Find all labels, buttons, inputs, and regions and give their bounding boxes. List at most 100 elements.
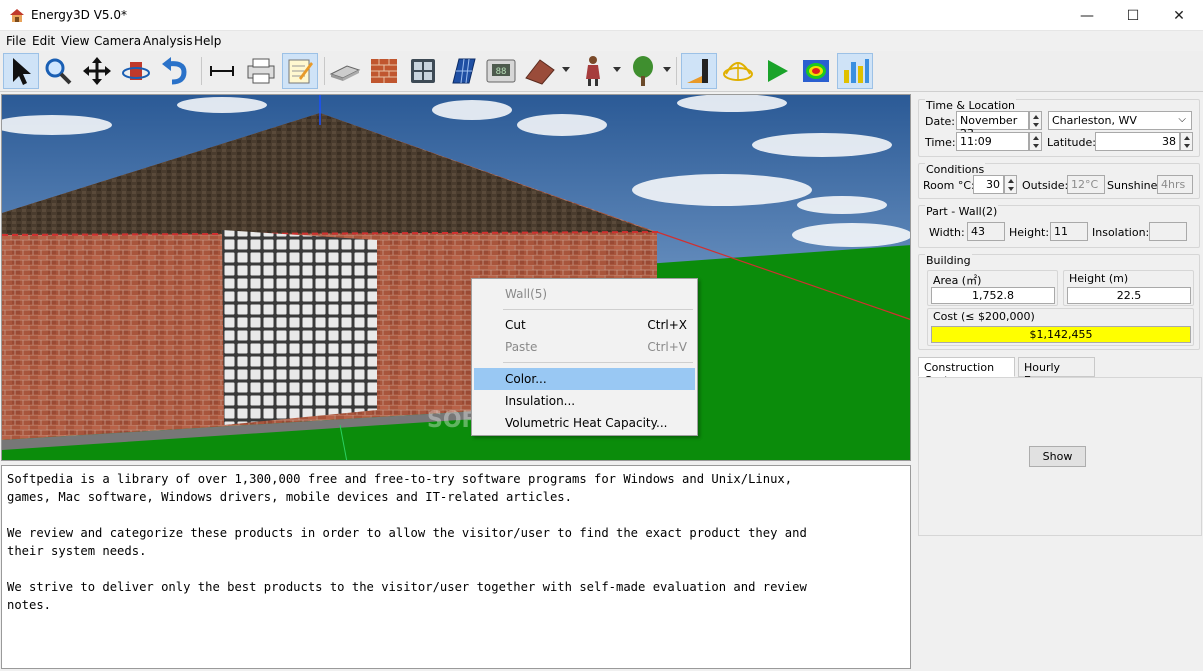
zoom-tool-button[interactable] — [40, 53, 76, 89]
height-label: Height: — [1009, 226, 1050, 239]
play-simulation-icon — [768, 60, 788, 82]
menu-separator — [503, 362, 693, 363]
move-tool-button[interactable] — [79, 53, 115, 89]
tab-content: Show — [918, 377, 1202, 536]
cost-box: Cost (≤ $200,000) $1,142,455 — [927, 308, 1194, 346]
measure-tool-button[interactable] — [204, 53, 240, 89]
sun-angle-icon — [687, 59, 708, 83]
sunshine-field: 4hrs — [1157, 175, 1193, 194]
add-person-button[interactable] — [575, 53, 611, 89]
menu-item-insulation[interactable]: Insulation... — [474, 390, 695, 412]
date-label: Date: — [925, 115, 955, 128]
tree-dropdown-arrow[interactable] — [663, 67, 671, 72]
energy3d-app-icon — [10, 9, 24, 22]
area-field: 1,752.8 — [931, 287, 1055, 304]
time-label: Time: — [925, 136, 956, 149]
menu-item-volumetric-heat-capacity[interactable]: Volumetric Heat Capacity... — [474, 412, 695, 434]
menu-item-paste[interactable]: Paste Ctrl+V — [474, 336, 695, 358]
run-simulation-button[interactable] — [759, 53, 795, 89]
city-combobox[interactable]: Charleston, WV ⌵ — [1048, 111, 1192, 130]
annotation-tool-button[interactable] — [282, 53, 318, 89]
select-tool-button[interactable] — [3, 53, 39, 89]
roof-dropdown-arrow[interactable] — [562, 67, 570, 72]
sunshine-label: Sunshine: — [1107, 179, 1162, 192]
height-box: Height (m) 22.5 — [1063, 270, 1194, 306]
notes-textarea[interactable]: Softpedia is a library of over 1,300,000… — [1, 465, 911, 669]
minimize-button[interactable]: — — [1064, 0, 1110, 31]
time-spinner[interactable] — [1029, 132, 1042, 151]
title-bar: Energy3D V5.0* — ☐ ✕ — [0, 0, 1203, 31]
area-box: Area (㎡) 1,752.8 — [927, 270, 1058, 306]
add-solar-panel-button[interactable] — [444, 53, 480, 89]
time-field[interactable]: 11:09 — [956, 132, 1029, 151]
room-temperature-label: Room °C: — [923, 179, 975, 192]
platform-icon — [329, 65, 361, 81]
analysis-tabs: Construction Cost Hourly Energy — [918, 357, 1202, 387]
cost-field: $1,142,455 — [931, 326, 1191, 343]
scene-canvas[interactable]: SOFTPEDIA — [2, 95, 911, 461]
time-location-group: Time & Location Date: November 23 Charle… — [918, 99, 1200, 157]
menu-camera[interactable]: Camera — [94, 34, 141, 48]
menu-view[interactable]: View — [61, 34, 89, 48]
print-button[interactable] — [243, 53, 279, 89]
tab-hourly-energy[interactable]: Hourly Energy — [1018, 357, 1095, 387]
menu-bar: File Edit View Camera Analysis Help — [0, 31, 1203, 51]
heliodon-icon — [723, 62, 753, 81]
energy-graph-icon — [844, 59, 869, 83]
part-title: Part - Wall(2) — [925, 205, 999, 218]
building-title: Building — [925, 254, 972, 267]
toolbar: 88 — [0, 51, 1203, 92]
add-thermostat-button[interactable]: 88 — [483, 53, 519, 89]
outside-temperature-field: 12°C — [1067, 175, 1105, 194]
menu-edit[interactable]: Edit — [32, 34, 55, 48]
conditions-group: Conditions Room °C: 30 Outside: 12°C Sun… — [918, 163, 1200, 199]
latitude-spinner[interactable] — [1180, 132, 1193, 151]
width-label: Width: — [929, 226, 965, 239]
toolbar-separator — [676, 57, 677, 85]
menu-help[interactable]: Help — [194, 34, 221, 48]
3d-viewport[interactable]: SOFTPEDIA Wall(5) CutCtrl+X PasteCtrl+V … — [1, 94, 911, 461]
room-temperature-field[interactable]: 30 — [973, 175, 1004, 194]
add-wall-button[interactable] — [366, 53, 402, 89]
person-icon — [586, 56, 600, 86]
add-roof-button[interactable] — [522, 53, 558, 89]
menu-item-color[interactable]: Color... — [474, 368, 695, 390]
menu-separator — [503, 309, 693, 310]
heliodon-button[interactable] — [720, 53, 756, 89]
outside-label: Outside: — [1022, 179, 1069, 192]
latitude-field[interactable]: 38 — [1095, 132, 1180, 151]
heat-map-icon — [803, 60, 829, 82]
menu-item-cut[interactable]: Cut Ctrl+X — [474, 314, 695, 336]
latitude-label: Latitude: — [1047, 136, 1096, 149]
menu-file[interactable]: File — [6, 34, 26, 48]
building-height-field: 22.5 — [1067, 287, 1191, 304]
insolation-field — [1149, 222, 1187, 241]
maximize-button[interactable]: ☐ — [1110, 0, 1156, 31]
window-grid[interactable] — [222, 230, 377, 425]
notepad-icon — [288, 59, 313, 84]
close-button[interactable]: ✕ — [1156, 0, 1202, 31]
tree-icon — [633, 56, 653, 86]
add-tree-button[interactable] — [625, 53, 661, 89]
undo-button[interactable] — [157, 53, 193, 89]
energy-analysis-button[interactable] — [837, 53, 873, 89]
menu-analysis[interactable]: Analysis — [143, 34, 192, 48]
date-spinner[interactable] — [1029, 111, 1042, 130]
toolbar-separator — [324, 57, 325, 85]
add-window-button[interactable] — [405, 53, 441, 89]
add-foundation-button[interactable] — [327, 53, 363, 89]
solar-heat-map-button[interactable] — [798, 53, 834, 89]
building-group: Building Area (㎡) 1,752.8 Height (m) 22.… — [918, 254, 1200, 350]
window-title: Energy3D V5.0* — [31, 8, 127, 22]
room-temperature-spinner[interactable] — [1004, 175, 1017, 194]
tab-construction-cost[interactable]: Construction Cost — [918, 357, 1015, 387]
width-field: 43 — [967, 222, 1005, 241]
person-dropdown-arrow[interactable] — [613, 67, 621, 72]
date-field[interactable]: November 23 — [956, 111, 1029, 140]
rotate-tool-button[interactable] — [118, 53, 154, 89]
show-button[interactable]: Show — [1029, 446, 1086, 467]
roof-icon — [525, 59, 555, 85]
shadow-toggle-button[interactable] — [681, 53, 717, 89]
solar-panel-icon — [452, 58, 476, 84]
zoom-icon — [45, 58, 72, 85]
